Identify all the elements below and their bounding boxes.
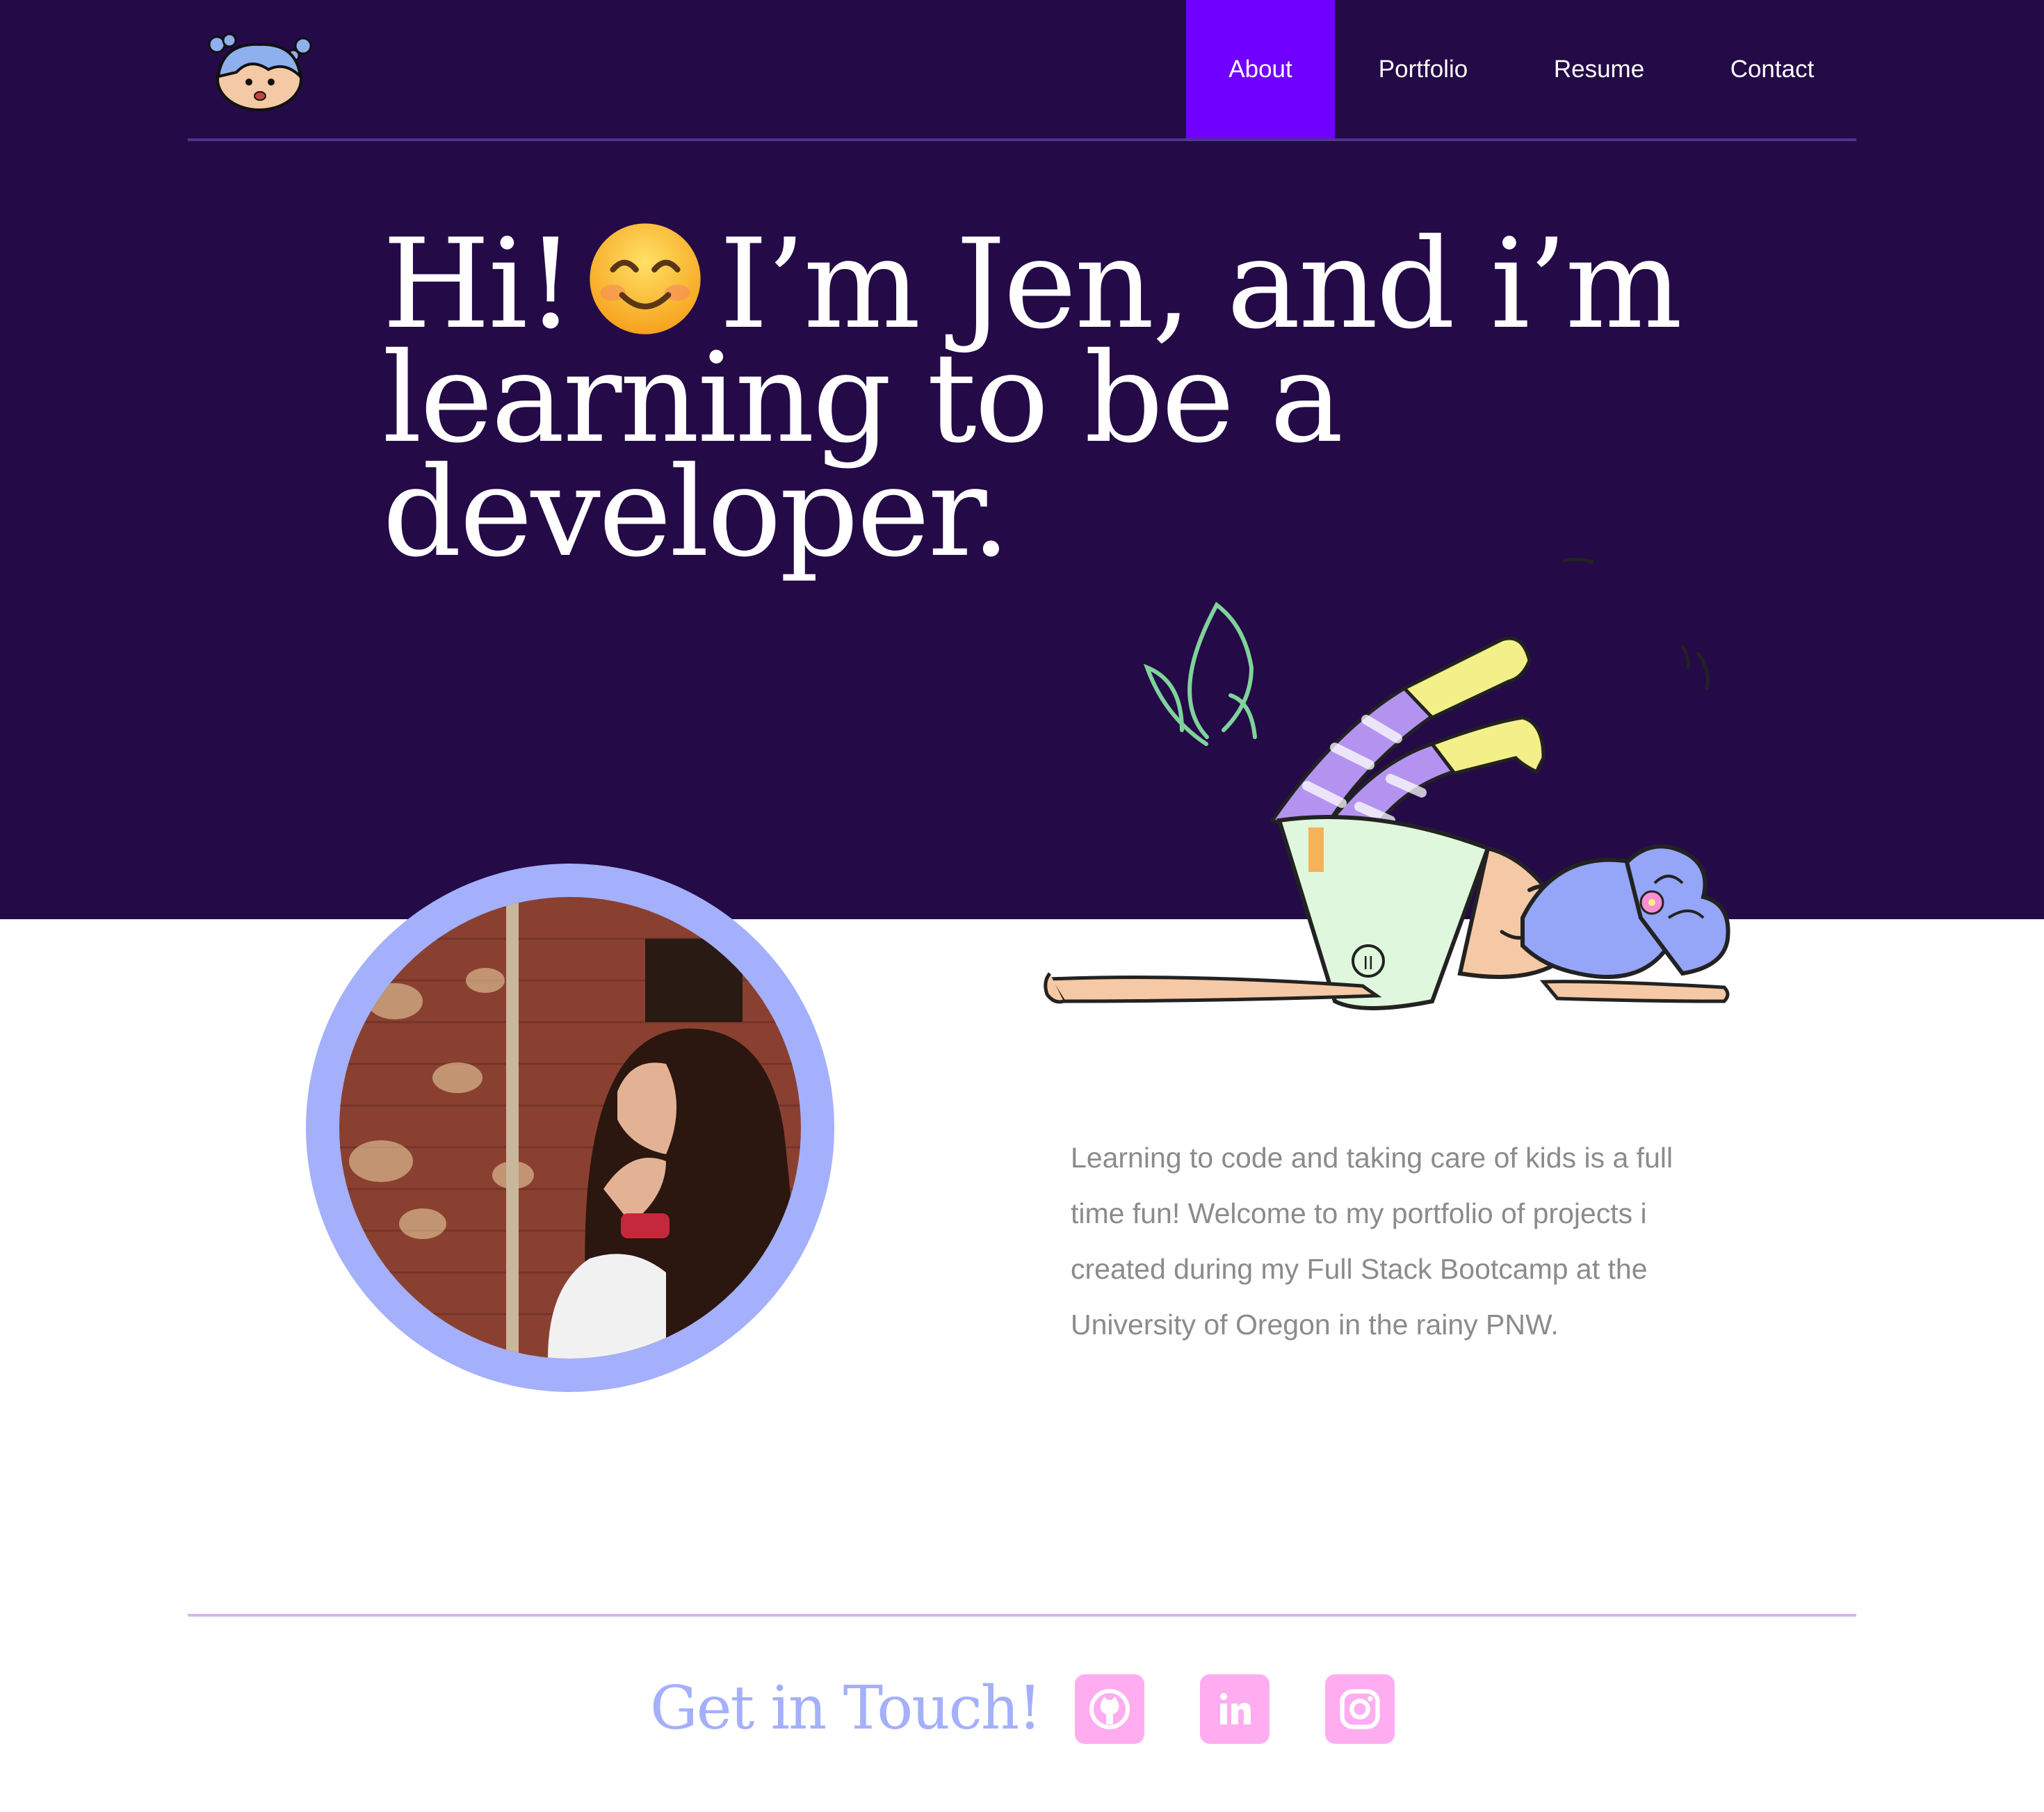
nav-divider	[188, 138, 1856, 141]
github-link[interactable]	[1075, 1674, 1144, 1744]
instagram-icon	[1340, 1689, 1380, 1729]
about-bio-text: Learning to code and taking care of kids…	[1071, 1142, 1673, 1341]
profile-photo	[339, 897, 801, 1359]
nav-resume-link[interactable]: Resume	[1511, 0, 1687, 139]
hero-headline: Hi! I’m Jen, and i’m learning to be a de…	[382, 221, 1703, 574]
headline-intro: I’m Jen, and i’m learning to be a develo…	[382, 212, 1682, 584]
nav-contact-link[interactable]: Contact	[1687, 0, 1858, 139]
cartoon-character-illustration: II	[1044, 557, 1730, 1010]
nav-about-link[interactable]: About	[1186, 0, 1335, 139]
linkedin-link[interactable]	[1200, 1674, 1270, 1744]
get-in-touch-title: Get in Touch!	[650, 1674, 1042, 1743]
nav-portfolio-link[interactable]: Portfolio	[1335, 0, 1511, 139]
github-icon	[1089, 1689, 1130, 1729]
smiling-face-icon	[590, 223, 701, 334]
svg-text:II: II	[1363, 953, 1373, 974]
logo-avatar-icon[interactable]	[202, 31, 317, 113]
instagram-link[interactable]	[1325, 1674, 1395, 1744]
linkedin-icon	[1220, 1693, 1251, 1724]
footer-divider	[188, 1614, 1856, 1617]
main-nav: About Portfolio Resume Contact	[1186, 0, 1858, 139]
